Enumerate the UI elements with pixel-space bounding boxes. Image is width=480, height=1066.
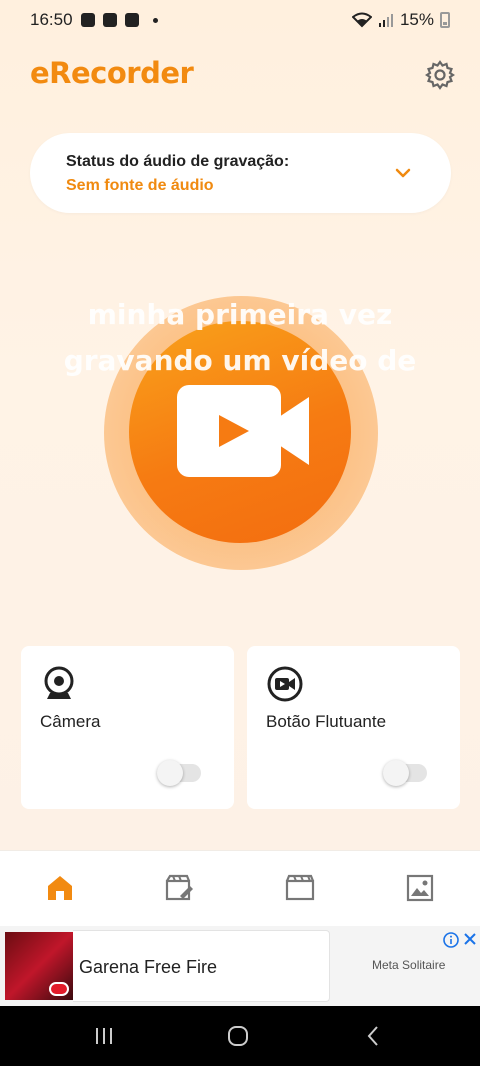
videos-icon[interactable] bbox=[285, 873, 315, 903]
camera-card[interactable]: Câmera bbox=[21, 646, 234, 809]
floating-button-label: Botão Flutuante bbox=[266, 712, 387, 731]
camera-toggle[interactable] bbox=[157, 760, 201, 786]
status-bar-right: 15% bbox=[351, 10, 450, 30]
audio-status-value: Sem fonte de áudio bbox=[66, 177, 214, 194]
home-icon[interactable] bbox=[45, 873, 75, 903]
floating-button-toggle[interactable] bbox=[383, 760, 427, 786]
back-icon[interactable] bbox=[362, 1024, 386, 1048]
status-bar-left: 16:50 bbox=[30, 10, 158, 30]
ad-image[interactable] bbox=[5, 932, 73, 1000]
gear-icon[interactable] bbox=[424, 59, 456, 91]
app-logo: eRecorder bbox=[30, 56, 194, 90]
alert-icon bbox=[80, 13, 95, 27]
chevron-down-icon bbox=[395, 168, 411, 178]
check-icon bbox=[124, 13, 139, 27]
toggle-knob bbox=[383, 760, 409, 786]
video-caption-overlay: minha primeira vez gravando um vídeo de bbox=[40, 292, 440, 384]
clock: 16:50 bbox=[30, 10, 73, 29]
caption-line-1: minha primeira vez bbox=[87, 298, 393, 331]
ad-text-box[interactable]: Garena Free Fire bbox=[73, 930, 330, 1002]
bottom-navigation bbox=[0, 850, 480, 926]
free-fire-logo-icon bbox=[49, 982, 69, 996]
close-icon[interactable] bbox=[463, 932, 477, 946]
battery-percent: 15% bbox=[399, 10, 434, 29]
caption-line-2: gravando um vídeo de bbox=[63, 344, 417, 377]
floating-button-card[interactable]: Botão Flutuante bbox=[247, 646, 460, 809]
more-notifications-icon bbox=[152, 17, 158, 23]
video-camera-play-icon bbox=[177, 385, 309, 477]
signal-icon bbox=[378, 14, 393, 27]
floating-record-icon bbox=[267, 666, 303, 702]
audio-status-dropdown[interactable]: Status do áudio de gravação: Sem fonte d… bbox=[30, 133, 451, 213]
status-bar: 16:50 15% bbox=[0, 0, 480, 40]
audio-status-title: Status do áudio de gravação: bbox=[66, 153, 290, 170]
wifi-icon bbox=[351, 12, 372, 28]
gallery-icon[interactable] bbox=[405, 873, 435, 903]
ad-title: Garena Free Fire bbox=[79, 957, 218, 977]
recent-apps-icon[interactable] bbox=[92, 1024, 116, 1048]
youtube-icon bbox=[102, 13, 117, 27]
camera-label: Câmera bbox=[40, 712, 101, 731]
ad-sponsor[interactable]: Meta Solitaire bbox=[372, 958, 445, 972]
system-navigation-bar bbox=[0, 1006, 480, 1066]
ad-info-icon[interactable] bbox=[443, 932, 459, 948]
webcam-icon bbox=[44, 666, 74, 699]
home-system-icon[interactable] bbox=[226, 1024, 250, 1048]
toggle-knob bbox=[157, 760, 183, 786]
ad-banner[interactable]: Garena Free Fire Meta Solitaire bbox=[0, 926, 480, 1006]
edit-video-icon[interactable] bbox=[165, 873, 195, 903]
battery-icon bbox=[440, 12, 450, 28]
app-screen: 16:50 15% eRecorder Status do áudio de g… bbox=[0, 0, 480, 850]
